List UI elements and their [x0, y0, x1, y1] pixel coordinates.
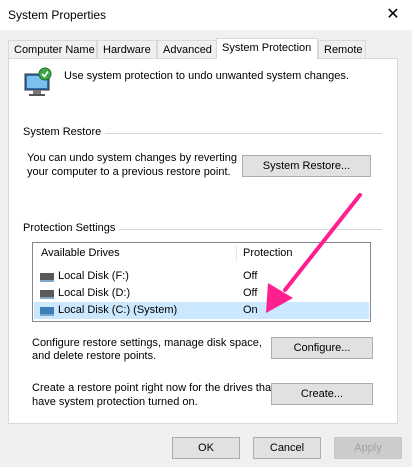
- create-button[interactable]: Create...: [271, 383, 373, 405]
- drive-name: Local Disk (F:): [58, 270, 129, 282]
- system-restore-description-line1: You can undo system changes by reverting: [27, 152, 237, 164]
- system-restore-button[interactable]: System Restore...: [242, 155, 371, 177]
- system-restore-description-line2: your computer to a previous restore poin…: [27, 166, 231, 178]
- window-title: System Properties: [8, 8, 107, 22]
- configure-button[interactable]: Configure...: [271, 337, 373, 359]
- intro-text: Use system protection to undo unwanted s…: [64, 70, 349, 82]
- system-drive-icon: [40, 307, 54, 316]
- drive-protection: Off: [243, 270, 258, 282]
- section-divider: [102, 133, 382, 134]
- column-header-protection[interactable]: Protection: [243, 243, 293, 263]
- configure-description-line1: Configure restore settings, manage disk …: [32, 337, 262, 349]
- list-item[interactable]: Local Disk (C:) (System) On: [34, 302, 369, 319]
- create-description-line2: have system protection turned on.: [32, 396, 198, 408]
- tab-computer-name[interactable]: Computer Name: [8, 40, 97, 58]
- drive-protection: On: [243, 304, 258, 316]
- tab-bar: Computer Name Hardware Advanced System P…: [8, 38, 404, 59]
- drive-icon: [40, 290, 54, 299]
- list-item[interactable]: Local Disk (D:) Off: [34, 285, 369, 302]
- list-item[interactable]: Local Disk (F:) Off: [34, 268, 369, 285]
- system-restore-heading: System Restore: [23, 126, 106, 138]
- drive-name: Local Disk (C:) (System): [58, 304, 178, 316]
- column-separator: [236, 245, 237, 261]
- cancel-button[interactable]: Cancel: [253, 437, 321, 459]
- tab-remote[interactable]: Remote: [318, 40, 366, 58]
- drives-list[interactable]: Available Drives Protection Local Disk (…: [32, 242, 371, 322]
- configure-description-line2: and delete restore points.: [32, 350, 157, 362]
- create-description-line1: Create a restore point right now for the…: [32, 382, 275, 394]
- drive-protection: Off: [243, 287, 258, 299]
- drive-name: Local Disk (D:): [58, 287, 131, 299]
- column-header-available-drives[interactable]: Available Drives: [41, 243, 120, 263]
- drive-icon: [40, 273, 54, 282]
- tab-system-protection[interactable]: System Protection: [216, 38, 318, 59]
- apply-button[interactable]: Apply: [334, 437, 402, 459]
- tab-hardware[interactable]: Hardware: [97, 40, 157, 58]
- section-divider: [113, 229, 382, 230]
- ok-button[interactable]: OK: [172, 437, 240, 459]
- tab-advanced[interactable]: Advanced: [157, 40, 217, 58]
- close-icon[interactable]: ✕: [382, 5, 404, 25]
- tab-panel: [8, 58, 398, 424]
- system-protection-icon: [21, 66, 55, 100]
- protection-settings-heading: Protection Settings: [23, 222, 120, 234]
